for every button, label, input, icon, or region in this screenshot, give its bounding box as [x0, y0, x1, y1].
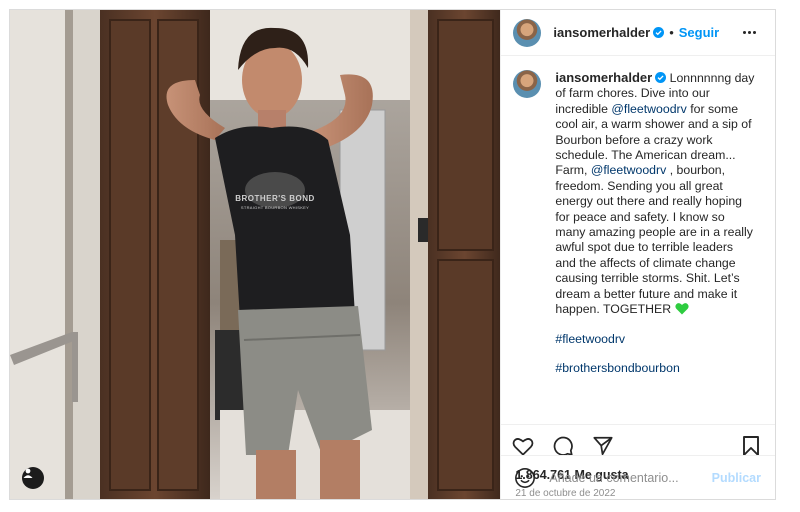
post-photo[interactable]: BROTHER'S BOND STRAIGHT BOURBON WHISKEY [10, 10, 501, 499]
instagram-post: BROTHER'S BOND STRAIGHT BOURBON WHISKEY … [9, 9, 776, 500]
post-header: iansomerhalder • Seguir [501, 10, 775, 56]
verified-badge-icon [653, 27, 665, 38]
shirt-print: BROTHER'S BOND STRAIGHT BOURBON WHISKEY [235, 194, 315, 210]
heart-icon[interactable] [511, 434, 535, 458]
mention-link[interactable]: @fleetwoodrv [591, 163, 666, 177]
shirt-text-line2: STRAIGHT BOURBON WHISKEY [240, 205, 310, 210]
bookmark-icon[interactable] [739, 434, 763, 458]
shirt-text-line1: BROTHER'S BOND [235, 194, 315, 203]
author-avatar[interactable] [513, 18, 542, 47]
caption-text-3: , bourbon, freedom. Sending you all grea… [555, 163, 753, 317]
comment-composer: Publicar [501, 455, 775, 499]
mention-link[interactable]: @fleetwoodrv [611, 102, 686, 116]
header-separator: • [669, 25, 674, 40]
caption-username[interactable]: iansomerhalder [555, 70, 652, 85]
comments-area[interactable]: iansomerhalder Lonnnnnng day of farm cho… [501, 56, 775, 424]
hashtag-link[interactable]: #fleetwoodrv [555, 332, 755, 347]
post-side-panel: iansomerhalder • Seguir iansomerhalder L… [500, 10, 775, 499]
follow-button[interactable]: Seguir [679, 25, 719, 40]
share-icon[interactable] [591, 434, 615, 458]
caption-avatar[interactable] [513, 70, 542, 98]
emoji-icon[interactable] [513, 466, 537, 490]
post-caption: iansomerhalder Lonnnnnng day of farm cho… [555, 70, 755, 424]
publish-button[interactable]: Publicar [712, 471, 761, 485]
tagged-user-button[interactable] [22, 467, 44, 489]
hashtag-link[interactable]: #brothersbondbourbon [555, 361, 755, 376]
photo-illustration [10, 10, 501, 499]
comment-icon[interactable] [551, 434, 575, 458]
green-heart-emoji-icon [674, 302, 689, 315]
verified-badge-icon [655, 72, 667, 83]
more-options-icon[interactable] [737, 25, 761, 41]
comment-input[interactable] [549, 470, 712, 485]
author-username[interactable]: iansomerhalder [553, 25, 650, 40]
